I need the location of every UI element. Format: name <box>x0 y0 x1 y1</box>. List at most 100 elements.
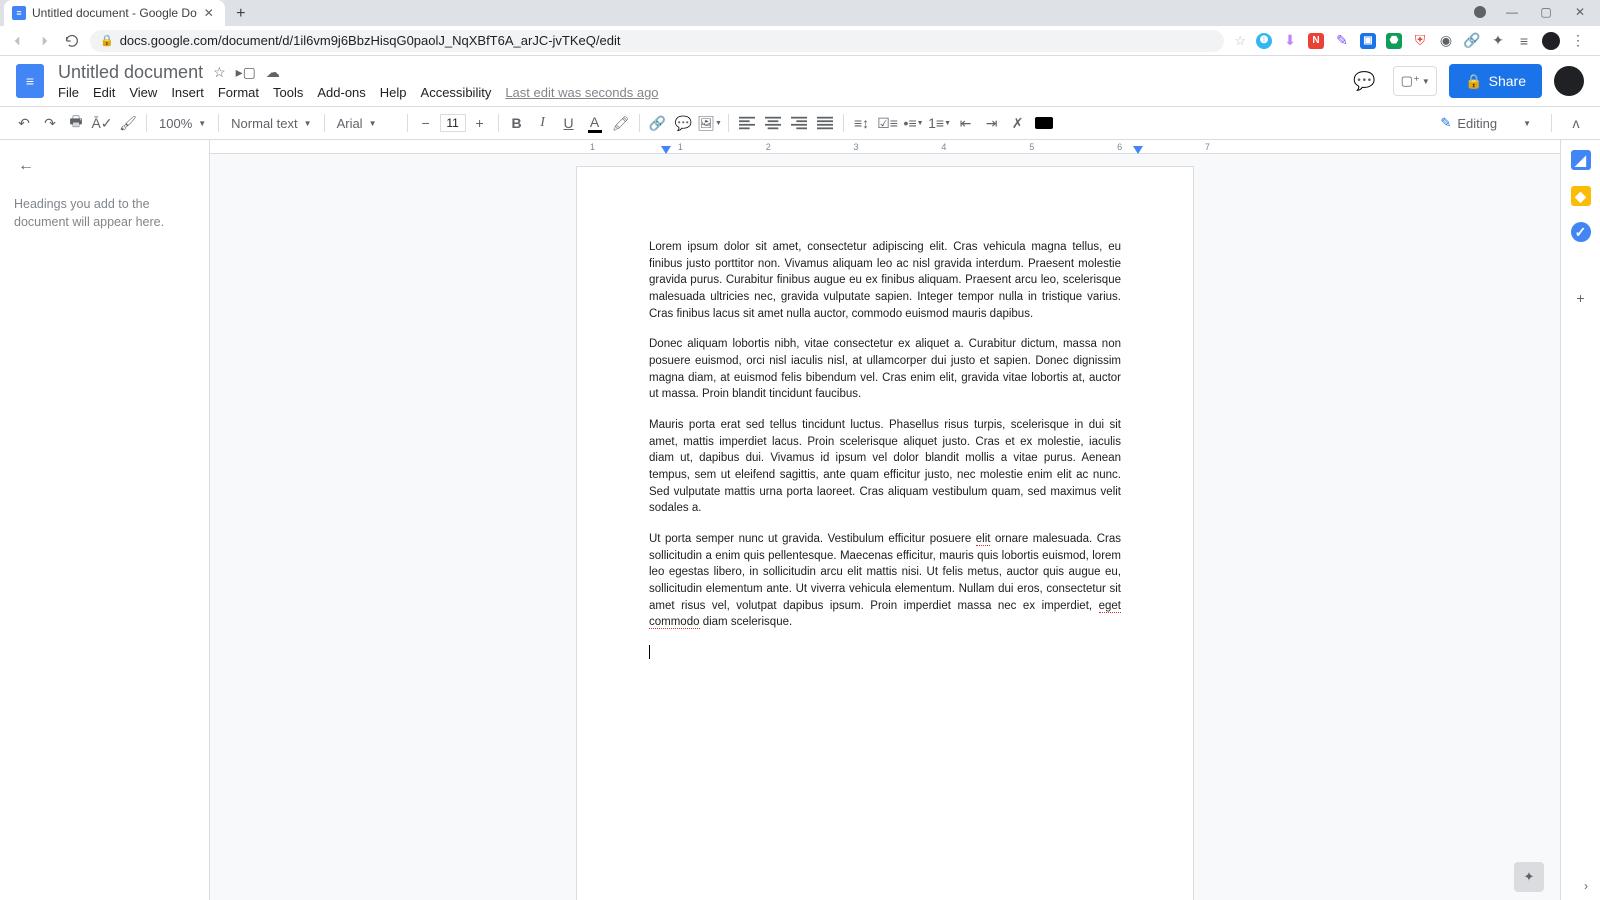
underline-button[interactable]: U <box>557 111 581 135</box>
document-title[interactable]: Untitled document <box>58 62 203 83</box>
account-avatar[interactable] <box>1554 66 1584 96</box>
spelling-error[interactable]: eget <box>1099 600 1121 613</box>
extension-icons: ❶ ⬇ N ✎ ▣ ⬣ ⛨ ◉ 🔗 ✦ ≡ ⋮ <box>1256 32 1592 50</box>
chrome-menu-icon[interactable]: ⋮ <box>1570 33 1586 49</box>
outline-collapse-button[interactable]: ← <box>14 154 38 178</box>
spelling-error[interactable]: commodo <box>649 616 700 629</box>
bulleted-list-button[interactable]: •≡▼ <box>902 111 926 135</box>
ext-icon[interactable]: ⛨ <box>1412 33 1428 49</box>
paint-format-button[interactable]: 🖌 <box>116 111 140 135</box>
bold-button[interactable]: B <box>505 111 529 135</box>
decrease-indent-button[interactable]: ⇤ <box>954 111 978 135</box>
keep-icon[interactable]: ◆ <box>1571 186 1591 206</box>
ext-icon[interactable]: N <box>1308 33 1324 49</box>
align-right-button[interactable] <box>787 111 811 135</box>
line-spacing-button[interactable]: ≡↕ <box>850 111 874 135</box>
hide-side-panel-button[interactable]: › <box>1576 876 1596 896</box>
account-dot-icon[interactable] <box>1474 6 1486 18</box>
url-input[interactable]: 🔒 docs.google.com/document/d/1il6vm9j6Bb… <box>90 30 1224 52</box>
ext-icon[interactable]: ❶ <box>1256 33 1272 49</box>
ext-icon[interactable]: ◉ <box>1438 33 1454 49</box>
back-icon[interactable] <box>8 32 26 50</box>
increase-indent-button[interactable]: ⇥ <box>980 111 1004 135</box>
redo-button[interactable]: ↷ <box>38 111 62 135</box>
forward-icon[interactable] <box>36 32 54 50</box>
browser-tab[interactable]: ≡ Untitled document - Google Do ✕ <box>4 0 225 26</box>
font-select[interactable]: Arial▼ <box>331 112 401 134</box>
browser-address-bar: 🔒 docs.google.com/document/d/1il6vm9j6Bb… <box>0 26 1600 56</box>
font-size-input[interactable]: 11 <box>440 114 466 132</box>
star-document-icon[interactable]: ☆ <box>213 64 226 81</box>
menu-file[interactable]: File <box>58 85 79 100</box>
text-color-button[interactable]: A <box>583 111 607 135</box>
cloud-status-icon[interactable]: ☁ <box>266 64 280 81</box>
menu-help[interactable]: Help <box>380 85 407 100</box>
numbered-list-button[interactable]: 1≡▼ <box>928 111 952 135</box>
menu-accessibility[interactable]: Accessibility <box>421 85 492 100</box>
ext-icon[interactable]: ⬇ <box>1282 33 1298 49</box>
browser-tab-strip: ≡ Untitled document - Google Do ✕ + — ▢ … <box>0 0 1600 26</box>
close-window-icon[interactable]: ✕ <box>1572 4 1588 20</box>
calendar-icon[interactable]: ◢ <box>1571 150 1591 170</box>
zoom-select[interactable]: 100%▼ <box>153 112 212 134</box>
horizontal-ruler[interactable]: 1 1 2 3 4 5 6 7 <box>210 140 1560 154</box>
extensions-icon[interactable]: ✦ <box>1490 33 1506 49</box>
more-tools-button[interactable] <box>1032 111 1056 135</box>
add-addon-button[interactable]: + <box>1571 288 1591 308</box>
separator <box>1551 114 1552 132</box>
document-page[interactable]: Lorem ipsum dolor sit amet, consectetur … <box>576 166 1194 900</box>
last-edit-status[interactable]: Last edit was seconds ago <box>505 85 658 100</box>
spellcheck-button[interactable]: Ᾱ✓ <box>90 111 114 135</box>
reading-list-icon[interactable]: ≡ <box>1516 33 1532 49</box>
explore-button[interactable]: ✦ <box>1514 862 1544 892</box>
present-button[interactable]: ▢⁺ ▼ <box>1393 66 1437 96</box>
docs-home-button[interactable]: ≡ <box>16 64 44 98</box>
menu-addons[interactable]: Add-ons <box>317 85 365 100</box>
italic-button[interactable]: I <box>531 111 555 135</box>
new-tab-button[interactable]: + <box>229 2 253 26</box>
ext-icon[interactable]: ✎ <box>1334 33 1350 49</box>
ext-icon[interactable]: ▣ <box>1360 33 1376 49</box>
align-left-button[interactable] <box>735 111 759 135</box>
highlight-button[interactable]: 🖍 <box>609 111 633 135</box>
ext-icon[interactable]: 🔗 <box>1464 33 1480 49</box>
undo-button[interactable]: ↶ <box>12 111 36 135</box>
increase-font-button[interactable]: + <box>468 111 492 135</box>
insert-image-button[interactable]: 🖼▼ <box>698 111 722 135</box>
checklist-button[interactable]: ☑≡ <box>876 111 900 135</box>
share-button[interactable]: 🔒 Share <box>1449 64 1542 98</box>
close-tab-icon[interactable]: ✕ <box>203 7 215 19</box>
menu-view[interactable]: View <box>129 85 157 100</box>
menu-insert[interactable]: Insert <box>171 85 204 100</box>
paragraph[interactable]: Donec aliquam lobortis nibh, vitae conse… <box>649 336 1121 403</box>
paragraph[interactable]: Mauris porta erat sed tellus tincidunt l… <box>649 417 1121 517</box>
insert-link-button[interactable]: 🔗 <box>646 111 670 135</box>
paragraph[interactable] <box>649 645 1121 662</box>
maximize-icon[interactable]: ▢ <box>1538 4 1554 20</box>
menu-format[interactable]: Format <box>218 85 259 100</box>
collapse-toolbar-button[interactable]: ʌ <box>1564 111 1588 135</box>
paragraph-style-select[interactable]: Normal text▼ <box>225 112 317 134</box>
reload-icon[interactable] <box>64 33 80 49</box>
minimize-icon[interactable]: — <box>1504 4 1520 20</box>
align-center-button[interactable] <box>761 111 785 135</box>
clear-formatting-button[interactable]: ✗ <box>1006 111 1030 135</box>
print-button[interactable]: 🖶 <box>64 111 88 135</box>
paragraph[interactable]: Lorem ipsum dolor sit amet, consectetur … <box>649 239 1121 322</box>
align-justify-button[interactable] <box>813 111 837 135</box>
menu-edit[interactable]: Edit <box>93 85 115 100</box>
profile-avatar-icon[interactable] <box>1542 32 1560 50</box>
ext-icon[interactable]: ⬣ <box>1386 33 1402 49</box>
insert-comment-button[interactable]: 💬 <box>672 111 696 135</box>
decrease-font-button[interactable]: − <box>414 111 438 135</box>
move-document-icon[interactable]: ▸▢ <box>236 64 256 81</box>
tasks-icon[interactable]: ✓ <box>1571 222 1591 242</box>
spelling-error[interactable]: elit <box>976 533 991 546</box>
paragraph[interactable]: Ut porta semper nunc ut gravida. Vestibu… <box>649 531 1121 631</box>
document-canvas[interactable]: 1 1 2 3 4 5 6 7 Lorem ipsum dolor sit am… <box>210 140 1560 900</box>
separator <box>843 114 844 132</box>
comments-history-icon[interactable]: 💬 <box>1347 64 1381 98</box>
star-icon[interactable]: ☆ <box>1234 33 1246 49</box>
editing-mode-select[interactable]: ✎ Editing ▼ <box>1432 115 1539 131</box>
menu-tools[interactable]: Tools <box>273 85 303 100</box>
